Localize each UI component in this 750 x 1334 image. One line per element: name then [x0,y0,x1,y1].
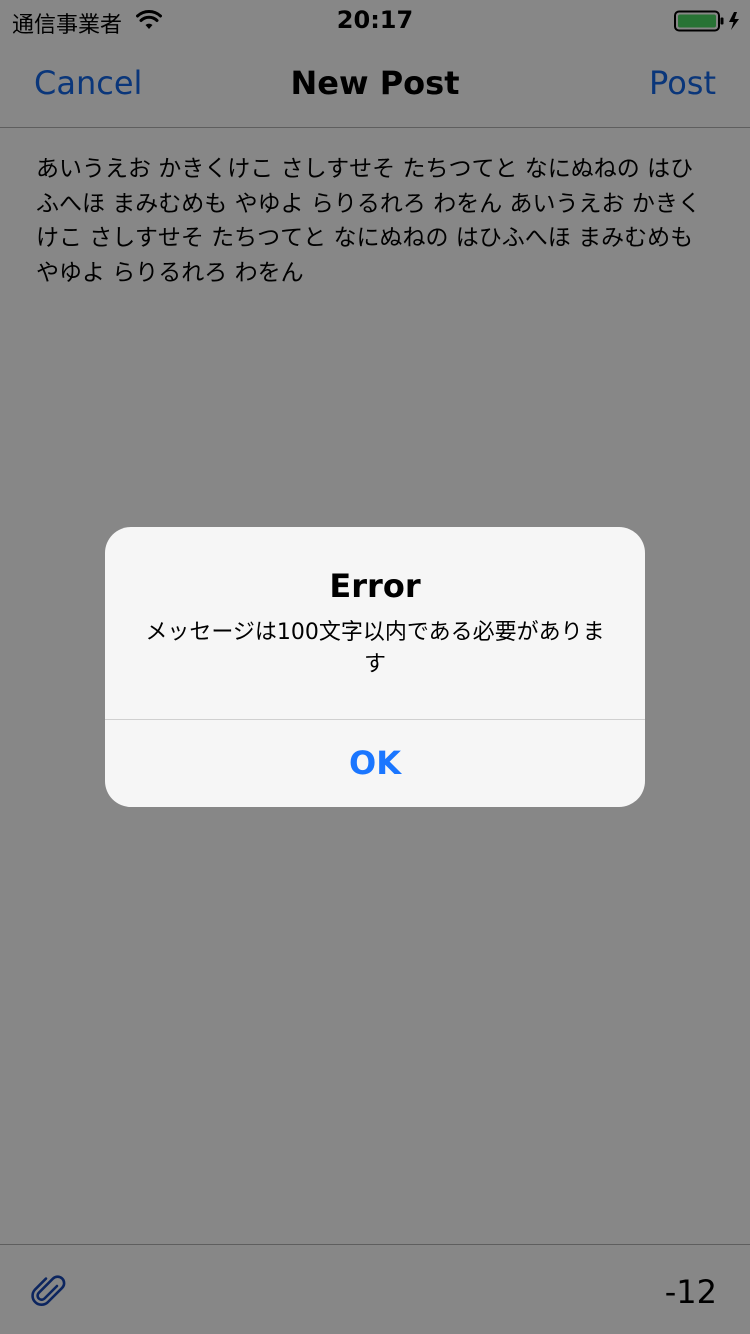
screen: 通信事業者 20:17 Cancel New Post Post あいうえお か… [0,0,750,1334]
alert-message: メッセージは100文字以内である必要があります [145,620,605,677]
ok-button[interactable]: OK [105,720,645,807]
alert-title: Error [329,567,421,605]
error-alert-dialog: Error メッセージは100文字以内である必要があります OK [105,527,645,807]
